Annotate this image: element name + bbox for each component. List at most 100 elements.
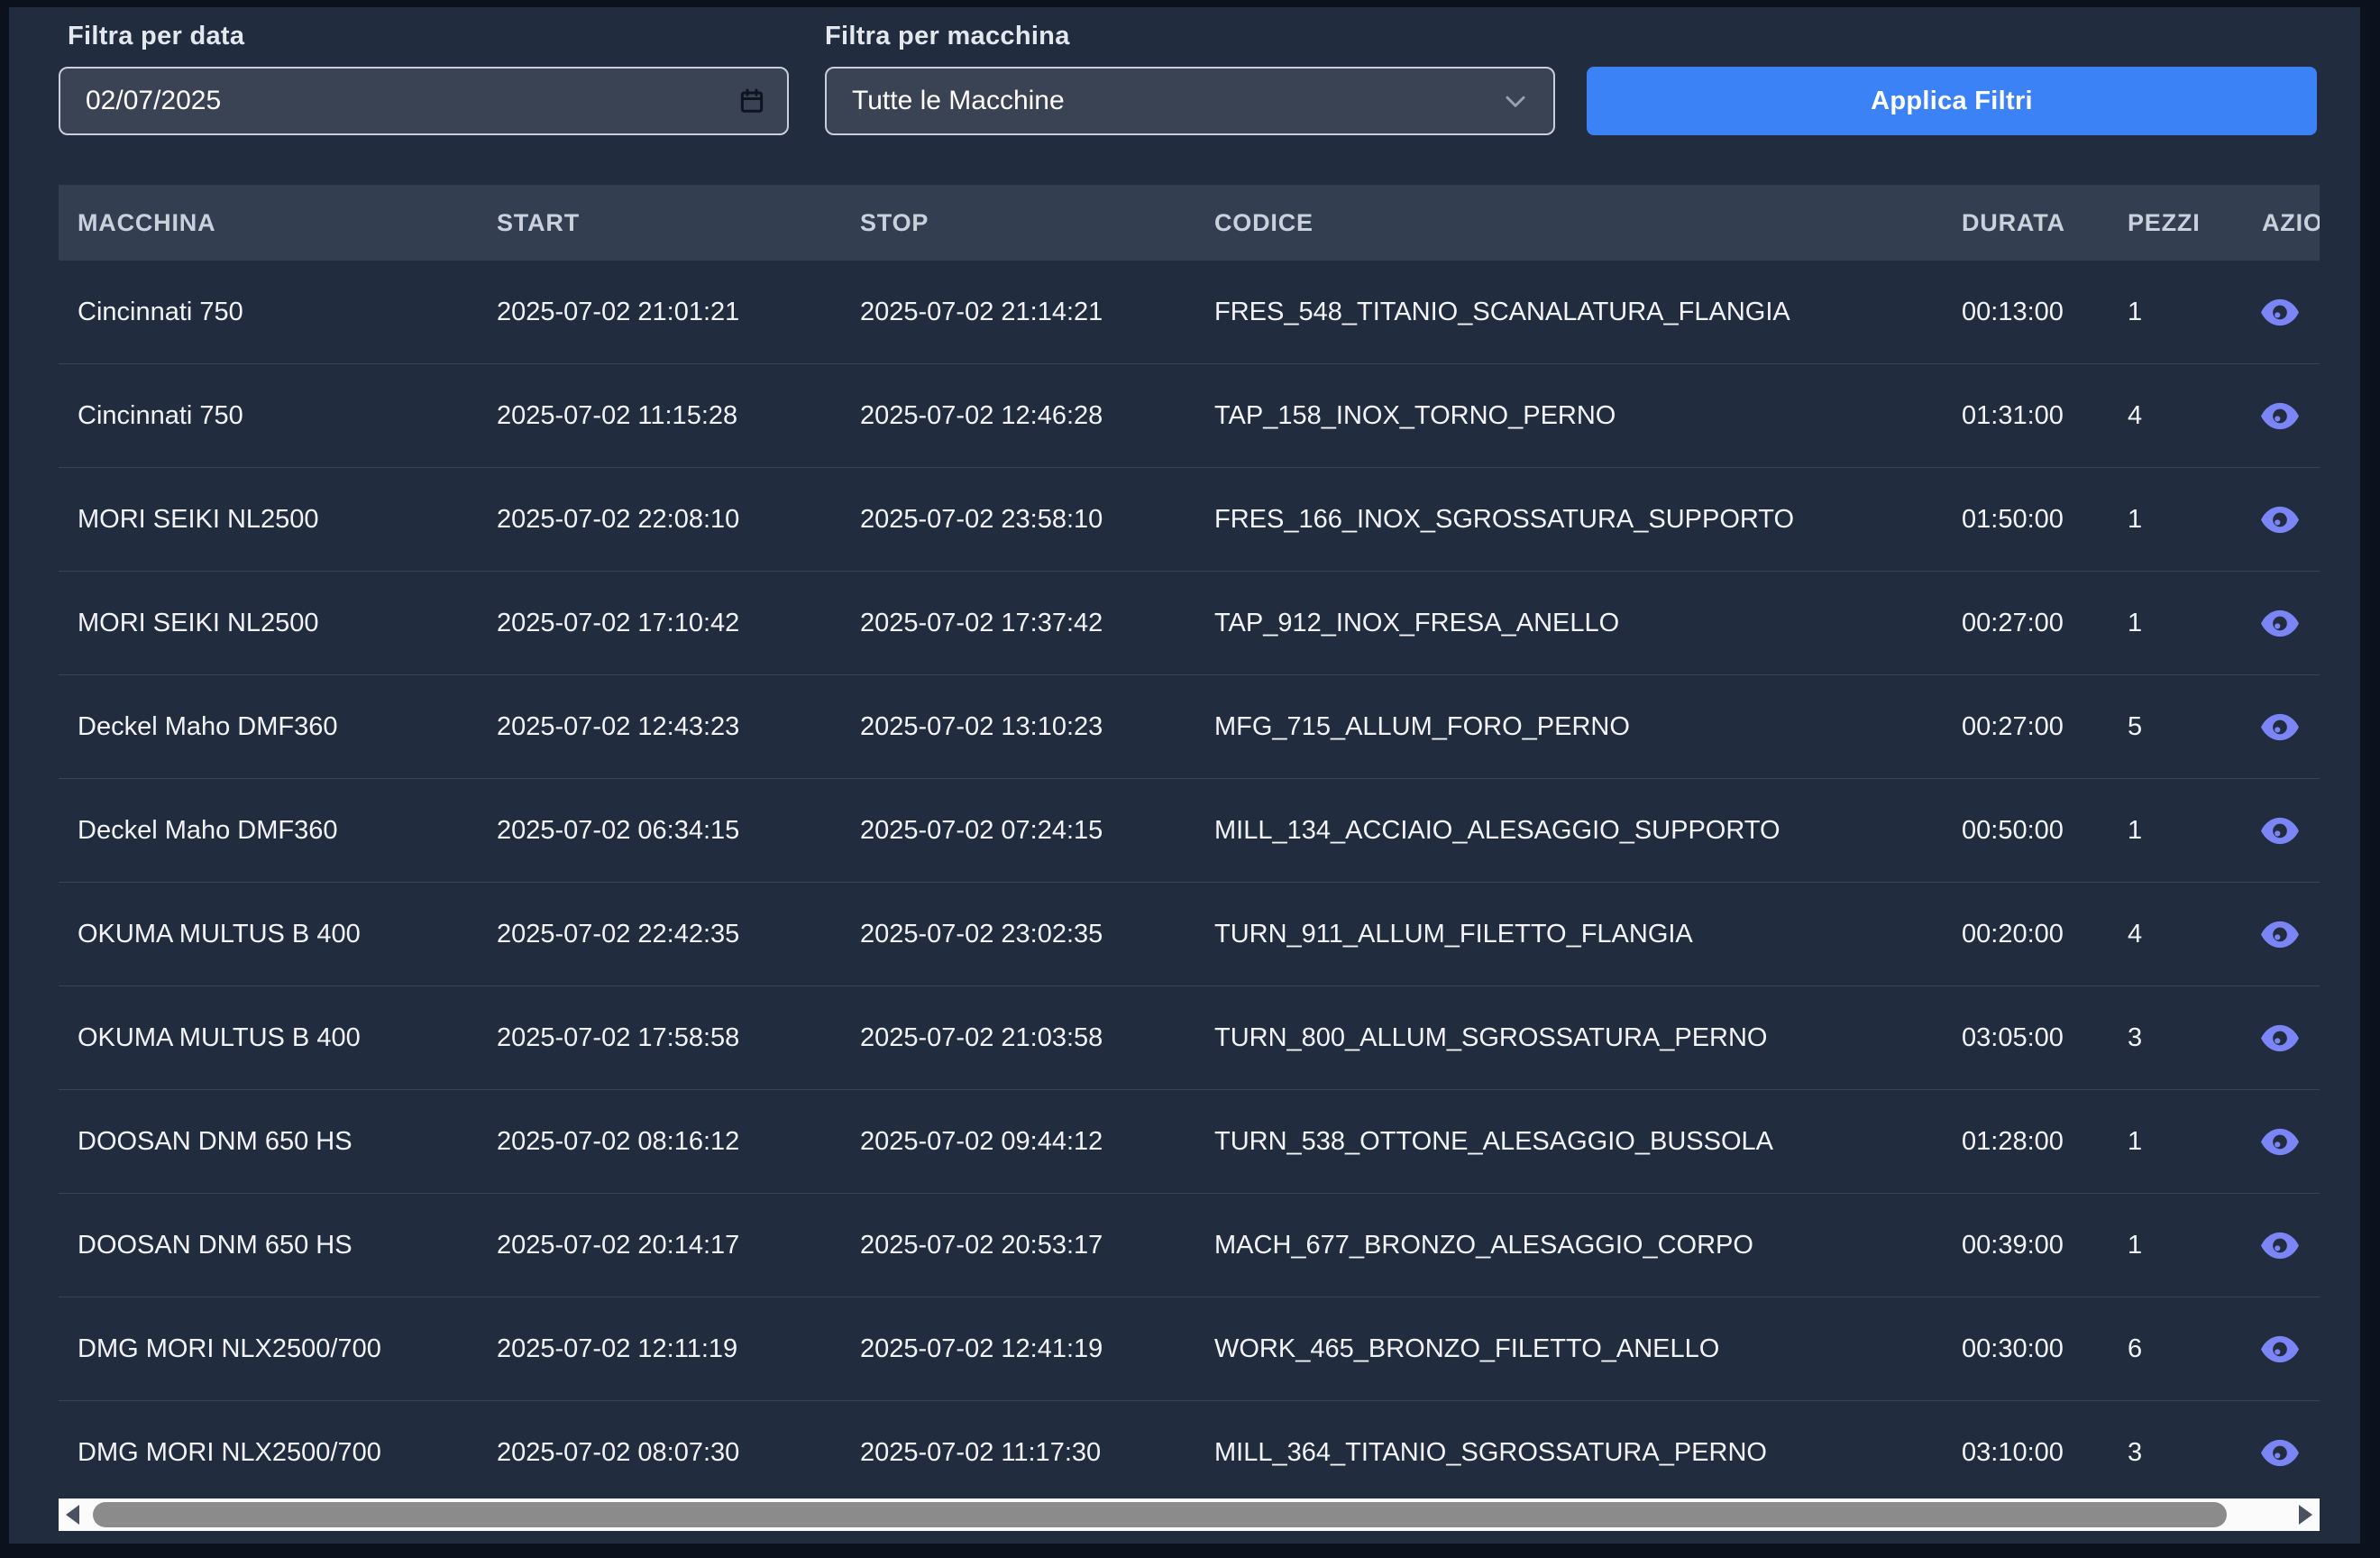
cell-azioni: [2243, 608, 2320, 638]
cell-macchina: OKUMA MULTUS B 400: [59, 920, 478, 949]
cell-macchina: OKUMA MULTUS B 400: [59, 1023, 478, 1053]
view-details-button[interactable]: [2259, 1230, 2301, 1260]
column-header-start: START: [478, 209, 841, 237]
view-details-button[interactable]: [2259, 1126, 2301, 1157]
cell-pezzi: 1: [2109, 505, 2243, 535]
left-triangle-icon: [66, 1505, 79, 1525]
chevron-down-icon: [1499, 85, 1532, 117]
eye-icon: [2260, 817, 2300, 845]
cell-codice: MFG_715_ALLUM_FORO_PERNO: [1195, 712, 1943, 742]
eye-icon: [2260, 609, 2300, 637]
table-row: Deckel Maho DMF360 2025-07-02 12:43:23 2…: [59, 675, 2320, 779]
cell-macchina: DOOSAN DNM 650 HS: [59, 1231, 478, 1260]
cell-pezzi: 3: [2109, 1438, 2243, 1468]
cell-azioni: [2243, 815, 2320, 846]
table-row: MORI SEIKI NL2500 2025-07-02 17:10:42 20…: [59, 572, 2320, 675]
cell-pezzi: 6: [2109, 1334, 2243, 1364]
cell-codice: WORK_465_BRONZO_FILETTO_ANELLO: [1195, 1334, 1943, 1364]
cell-durata: 00:27:00: [1943, 712, 2109, 742]
cell-start: 2025-07-02 12:43:23: [478, 712, 841, 742]
cell-pezzi: 4: [2109, 401, 2243, 431]
cell-start: 2025-07-02 11:15:28: [478, 401, 841, 431]
view-details-button[interactable]: [2259, 919, 2301, 949]
machine-log-panel: Filtra per data Filtra per macchina 02/0…: [9, 7, 2360, 1544]
table-body: Cincinnati 750 2025-07-02 21:01:21 2025-…: [59, 261, 2320, 1498]
eye-icon: [2260, 1439, 2300, 1467]
cell-durata: 01:31:00: [1943, 401, 2109, 431]
view-details-button[interactable]: [2259, 608, 2301, 638]
column-header-durata: DURATA: [1943, 209, 2109, 237]
machine-filter-select[interactable]: Tutte le Macchine: [825, 67, 1555, 135]
cell-durata: 00:50:00: [1943, 816, 2109, 846]
cell-macchina: DMG MORI NLX2500/700: [59, 1334, 478, 1364]
cell-codice: TAP_158_INOX_TORNO_PERNO: [1195, 401, 1943, 431]
eye-icon: [2260, 1128, 2300, 1156]
cell-pezzi: 4: [2109, 920, 2243, 949]
cell-codice: MILL_134_ACCIAIO_ALESAGGIO_SUPPORTO: [1195, 816, 1943, 846]
cell-start: 2025-07-02 17:10:42: [478, 609, 841, 638]
cell-start: 2025-07-02 17:58:58: [478, 1023, 841, 1053]
cell-stop: 2025-07-02 23:02:35: [841, 920, 1195, 949]
cell-macchina: MORI SEIKI NL2500: [59, 505, 478, 535]
cell-stop: 2025-07-02 12:46:28: [841, 401, 1195, 431]
cell-codice: FRES_548_TITANIO_SCANALATURA_FLANGIA: [1195, 298, 1943, 327]
date-filter-value: 02/07/2025: [86, 86, 221, 116]
date-filter-input[interactable]: 02/07/2025: [59, 67, 789, 135]
table-row: MORI SEIKI NL2500 2025-07-02 22:08:10 20…: [59, 468, 2320, 572]
view-details-button[interactable]: [2259, 1437, 2301, 1468]
cell-durata: 00:27:00: [1943, 609, 2109, 638]
column-header-pezzi: PEZZI: [2109, 209, 2243, 237]
column-header-stop: STOP: [841, 209, 1195, 237]
table-row: Cincinnati 750 2025-07-02 11:15:28 2025-…: [59, 364, 2320, 468]
frame-left: [0, 0, 9, 1558]
view-details-button[interactable]: [2259, 1022, 2301, 1053]
cell-start: 2025-07-02 08:16:12: [478, 1127, 841, 1157]
cell-stop: 2025-07-02 21:14:21: [841, 298, 1195, 327]
cell-stop: 2025-07-02 13:10:23: [841, 712, 1195, 742]
cell-durata: 03:10:00: [1943, 1438, 2109, 1468]
frame-right: [2360, 0, 2380, 1558]
cell-macchina: MORI SEIKI NL2500: [59, 609, 478, 638]
cell-stop: 2025-07-02 23:58:10: [841, 505, 1195, 535]
cell-codice: TURN_911_ALLUM_FILETTO_FLANGIA: [1195, 920, 1943, 949]
cell-start: 2025-07-02 06:34:15: [478, 816, 841, 846]
table-row: Cincinnati 750 2025-07-02 21:01:21 2025-…: [59, 261, 2320, 364]
cell-durata: 00:30:00: [1943, 1334, 2109, 1364]
eye-icon: [2260, 713, 2300, 741]
column-header-codice: CODICE: [1195, 209, 1943, 237]
cell-azioni: [2243, 711, 2320, 742]
cell-pezzi: 1: [2109, 816, 2243, 846]
cell-pezzi: 5: [2109, 712, 2243, 742]
cell-azioni: [2243, 400, 2320, 431]
horizontal-scrollbar[interactable]: [59, 1498, 2320, 1531]
view-details-button[interactable]: [2259, 815, 2301, 846]
date-filter-label: Filtra per data: [68, 22, 244, 51]
cell-macchina: Deckel Maho DMF360: [59, 816, 478, 846]
scrollbar-thumb[interactable]: [93, 1502, 2227, 1527]
cell-codice: MACH_677_BRONZO_ALESAGGIO_CORPO: [1195, 1231, 1943, 1260]
table-row: DMG MORI NLX2500/700 2025-07-02 12:11:19…: [59, 1297, 2320, 1401]
cell-codice: TURN_538_OTTONE_ALESAGGIO_BUSSOLA: [1195, 1127, 1943, 1157]
machine-filter-label: Filtra per macchina: [825, 22, 1070, 51]
view-details-button[interactable]: [2259, 711, 2301, 742]
view-details-button[interactable]: [2259, 400, 2301, 431]
column-header-azioni: AZIONI: [2243, 209, 2320, 237]
view-details-button[interactable]: [2259, 297, 2301, 327]
cell-azioni: [2243, 1230, 2320, 1260]
scroll-left-arrow[interactable]: [59, 1498, 91, 1531]
eye-icon: [2260, 298, 2300, 326]
cell-stop: 2025-07-02 07:24:15: [841, 816, 1195, 846]
table-row: DOOSAN DNM 650 HS 2025-07-02 08:16:12 20…: [59, 1090, 2320, 1194]
cell-durata: 00:20:00: [1943, 920, 2109, 949]
cell-codice: TAP_912_INOX_FRESA_ANELLO: [1195, 609, 1943, 638]
calendar-icon[interactable]: [738, 87, 765, 115]
cell-start: 2025-07-02 22:42:35: [478, 920, 841, 949]
view-details-button[interactable]: [2259, 504, 2301, 535]
cell-stop: 2025-07-02 21:03:58: [841, 1023, 1195, 1053]
view-details-button[interactable]: [2259, 1333, 2301, 1364]
cell-start: 2025-07-02 22:08:10: [478, 505, 841, 535]
cell-codice: FRES_166_INOX_SGROSSATURA_SUPPORTO: [1195, 505, 1943, 535]
eye-icon: [2260, 1232, 2300, 1260]
apply-filters-button[interactable]: Applica Filtri: [1587, 67, 2317, 135]
scroll-right-arrow[interactable]: [2287, 1498, 2320, 1531]
